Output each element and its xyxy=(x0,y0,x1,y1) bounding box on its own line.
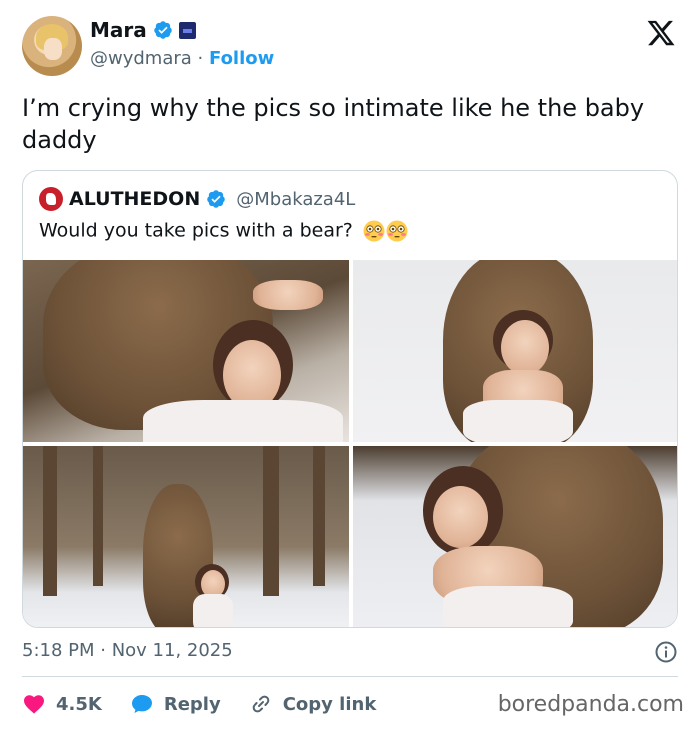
author-handle[interactable]: @wydmara xyxy=(90,48,192,69)
quoted-handle[interactable]: @Mbakaza4L xyxy=(236,189,355,210)
quoted-verified-badge-icon xyxy=(207,190,225,208)
reply-bubble-icon xyxy=(131,695,152,713)
author-handle-row: @wydmara · Follow xyxy=(90,48,274,69)
flushed-face-emoji-icon xyxy=(363,220,408,242)
verified-badge-icon xyxy=(154,21,172,39)
author-avatar[interactable] xyxy=(22,16,82,76)
tweet-header: Mara @wydmara · Follow xyxy=(22,16,682,80)
like-button[interactable]: 4.5K xyxy=(22,692,102,716)
author-name-row: Mara xyxy=(90,18,196,42)
reply-label: Reply xyxy=(163,693,221,715)
quoted-text-row: Would you take pics with a bear? xyxy=(39,219,409,243)
quoted-tweet[interactable]: ALUTHEDON @Mbakaza4L Would you take pics… xyxy=(22,170,678,628)
divider xyxy=(22,676,678,677)
info-icon[interactable] xyxy=(654,640,678,664)
quoted-display-name[interactable]: ALUTHEDON xyxy=(69,188,200,210)
like-count: 4.5K xyxy=(56,693,102,715)
follow-button[interactable]: Follow xyxy=(209,48,274,69)
source-watermark: boredpanda.com xyxy=(497,692,684,717)
photo-2[interactable] xyxy=(353,260,677,442)
photo-grid xyxy=(23,260,677,627)
x-logo-icon[interactable] xyxy=(646,18,676,48)
tweet-text: I’m crying why the pics so intimate like… xyxy=(22,94,645,154)
quoted-author-row: ALUTHEDON @Mbakaza4L xyxy=(39,187,355,211)
copy-link-label: Copy link xyxy=(282,693,377,715)
quoted-author-avatar[interactable] xyxy=(39,187,63,211)
photo-1[interactable] xyxy=(23,260,349,442)
heart-icon xyxy=(24,695,44,714)
copy-link-button[interactable]: Copy link xyxy=(249,692,377,716)
affiliate-badge-icon xyxy=(178,21,196,39)
handle-separator: · xyxy=(197,48,204,69)
action-bar: 4.5K Reply Copy link xyxy=(22,690,404,718)
photo-4[interactable] xyxy=(353,446,677,627)
tweet-timestamp[interactable]: 5:18 PM · Nov 11, 2025 xyxy=(22,640,233,661)
author-display-name[interactable]: Mara xyxy=(90,18,147,42)
link-icon xyxy=(252,695,270,713)
reply-button[interactable]: Reply xyxy=(130,692,221,716)
quoted-text: Would you take pics with a bear? xyxy=(39,219,353,242)
photo-3[interactable] xyxy=(23,446,349,627)
